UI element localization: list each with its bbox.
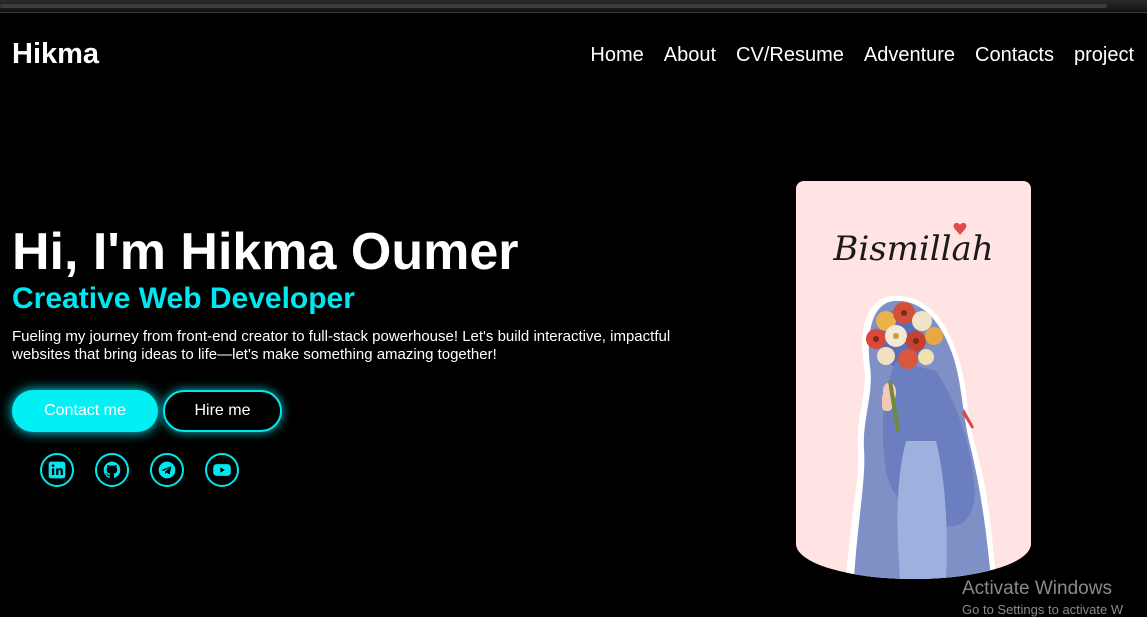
telegram-icon — [158, 461, 176, 479]
hero-subtitle: Creative Web Developer — [12, 282, 355, 315]
main-nav: Home About CV/Resume Adventure Contacts … — [590, 44, 1134, 67]
nav-home[interactable]: Home — [590, 44, 643, 67]
hero-title: Hi, I'm Hikma Oumer — [12, 223, 519, 281]
linkedin-icon — [48, 461, 66, 479]
nav-cv-resume[interactable]: CV/Resume — [736, 44, 844, 67]
portrait-caption: Bismillah — [833, 229, 994, 269]
nav-contacts[interactable]: Contacts — [975, 44, 1054, 67]
github-icon — [103, 461, 121, 478]
nav-adventure[interactable]: Adventure — [864, 44, 955, 67]
browser-strip — [0, 4, 1107, 8]
youtube-link[interactable] — [205, 453, 239, 487]
activate-windows-subtitle: Go to Settings to activate W — [962, 602, 1124, 617]
github-link[interactable] — [95, 453, 129, 487]
linkedin-link[interactable] — [40, 453, 74, 487]
nav-about[interactable]: About — [664, 44, 716, 67]
contact-me-button[interactable]: Contact me — [12, 390, 158, 432]
nav-project[interactable]: project — [1074, 44, 1134, 67]
site-logo[interactable]: Hikma — [12, 38, 99, 71]
hero-description: Fueling my journey from front-end creato… — [12, 328, 671, 363]
hire-me-button[interactable]: Hire me — [163, 390, 282, 432]
portrait-image: Bismillah — [796, 181, 1031, 579]
browser-top-bar — [0, 0, 1147, 13]
youtube-icon — [213, 464, 231, 476]
telegram-link[interactable] — [150, 453, 184, 487]
activate-windows-title: Activate Windows — [962, 578, 1112, 599]
